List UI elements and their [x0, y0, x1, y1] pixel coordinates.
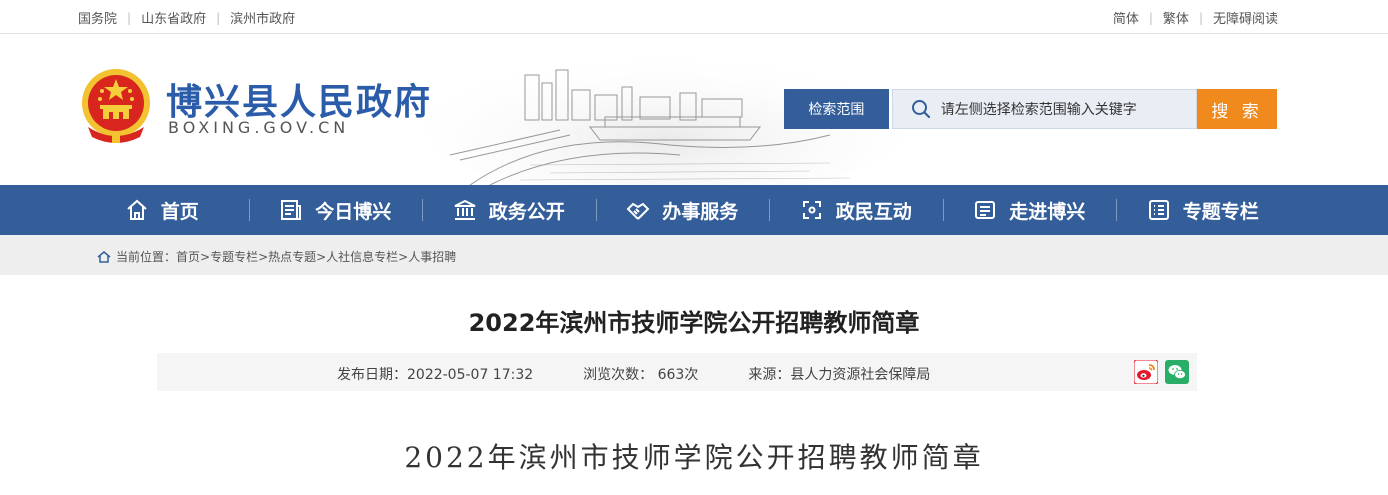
wechat-share-icon[interactable]	[1165, 360, 1189, 384]
publish-date: 发布日期：2022-05-07 17:32	[337, 367, 534, 383]
home-icon	[97, 250, 111, 263]
search-scope-button[interactable]: 检索范围	[784, 89, 889, 129]
article-body-heading: 2022年滨州市技师学院公开招聘教师简章	[404, 441, 984, 474]
interaction-icon	[802, 201, 821, 219]
breadcrumb-prefix: 当前位置：	[116, 250, 177, 264]
nav-item-label: 走进博兴	[1009, 200, 1086, 223]
barrier-free-reading-link[interactable]: 无障碍阅读	[1213, 8, 1278, 27]
search-icon	[911, 100, 930, 119]
nav-item-government-affairs[interactable]: 政务公开	[422, 185, 596, 235]
search-input[interactable]	[940, 101, 1181, 117]
top-utility-bar: 国务院 | 山东省政府 | 滨州市政府 简体 | 繁体 | 无障碍阅读	[0, 0, 1388, 34]
profile-card-icon	[975, 201, 996, 219]
nav-item-special-topics[interactable]: 专题专栏	[1116, 185, 1290, 235]
divider: |	[127, 10, 132, 25]
nav-item-label: 首页	[160, 200, 199, 223]
article-title: 2022年滨州市技师学院公开招聘教师简章	[468, 309, 920, 337]
accessibility-links: 简体 | 繁体 | 无障碍阅读	[1113, 8, 1278, 28]
list-icon	[1148, 200, 1169, 220]
nav-item-today-boxing[interactable]: 今日博兴	[248, 185, 423, 235]
traditional-chinese-link[interactable]: 繁体	[1163, 8, 1189, 27]
nav-item-label: 政务公开	[488, 200, 565, 223]
search-field-wrapper	[891, 89, 1198, 129]
news-icon	[281, 200, 302, 220]
national-emblem-icon	[82, 69, 150, 143]
nav-item-interaction[interactable]: 政民互动	[769, 185, 943, 235]
nav-item-label: 今日博兴	[315, 200, 392, 223]
nav-item-home[interactable]: 首页	[75, 185, 249, 235]
link-binzhou-gov[interactable]: 滨州市政府	[230, 8, 295, 27]
weibo-share-icon[interactable]	[1134, 360, 1158, 384]
article-meta-bar: 发布日期：2022-05-07 17:32 浏览次数： 663次 来源：县人力资…	[157, 353, 1197, 391]
divider: |	[1148, 10, 1153, 25]
link-state-council[interactable]: 国务院	[78, 8, 117, 27]
view-count: 浏览次数： 663次	[583, 367, 699, 383]
divider: |	[216, 10, 221, 25]
nav-item-label: 专题专栏	[1182, 200, 1259, 223]
site-header: 博兴县人民政府 BOXING.GOV.CN 检索范围 搜 索	[0, 35, 1388, 185]
government-building-icon	[454, 199, 476, 220]
main-nav: 首页 今日博兴 政务公开 办事服务 政民互动 走进博兴 专题专栏	[0, 185, 1388, 235]
breadcrumb-path[interactable]: 首页>专题专栏>热点专题>人社信息专栏>人事招聘	[176, 248, 456, 265]
home-icon	[127, 199, 147, 220]
handshake-icon	[626, 202, 650, 220]
article-source: 来源：县人力资源社会保障局	[748, 367, 931, 383]
search-bar: 检索范围 搜 索	[784, 89, 1277, 129]
site-domain: BOXING.GOV.CN	[168, 118, 350, 137]
search-button[interactable]: 搜 索	[1197, 89, 1277, 129]
nav-item-label: 办事服务	[662, 200, 739, 223]
link-shandong-gov[interactable]: 山东省政府	[141, 8, 206, 27]
divider: |	[1198, 10, 1203, 25]
nav-item-about-boxing[interactable]: 走进博兴	[942, 185, 1117, 235]
breadcrumb: 当前位置： 首页>专题专栏>热点专题>人社信息专栏>人事招聘	[0, 235, 1388, 275]
nav-item-services[interactable]: 办事服务	[595, 185, 770, 235]
simplified-chinese-link[interactable]: 简体	[1113, 8, 1139, 27]
nav-item-label: 政民互动	[835, 200, 912, 223]
external-links: 国务院 | 山东省政府 | 滨州市政府	[78, 8, 295, 28]
